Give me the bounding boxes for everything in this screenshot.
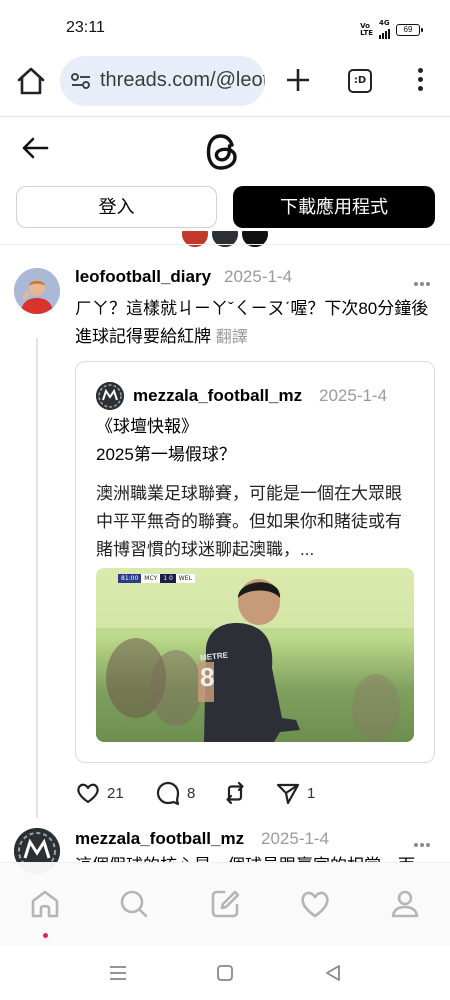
threads-logo-icon[interactable]	[205, 132, 243, 172]
more-options-icon[interactable]	[414, 273, 434, 286]
bottom-navigation	[0, 862, 450, 946]
quote-avatar[interactable]	[96, 382, 124, 410]
quote-username[interactable]: mezzala_football_mz	[133, 386, 302, 406]
browser-menu-icon[interactable]	[410, 68, 430, 96]
heart-icon	[77, 783, 99, 804]
translate-link[interactable]: 翻譯	[216, 329, 248, 346]
volte-icon: Vo LTE	[360, 21, 373, 37]
share-button[interactable]: 1	[275, 778, 315, 808]
new-tab-icon[interactable]	[282, 64, 314, 96]
quote-body: 澳洲職業足球聯賽，可能是一個在大眾眼中平平無奇的聯賽。但如果你和賭徒或有賭博習慣…	[96, 484, 402, 559]
quote-image[interactable]: 81:00 MCY 1 0 WEL METRE 8	[96, 568, 414, 742]
quote-title: 《球壇快報》 2025第一場假球？	[96, 417, 236, 464]
thread-line	[36, 338, 38, 818]
like-count: 21	[107, 784, 124, 802]
site-settings-icon[interactable]	[70, 71, 92, 91]
notification-dot	[43, 933, 48, 938]
status-icons: Vo LTE 4G 69	[360, 20, 423, 39]
system-back-icon[interactable]	[322, 962, 344, 984]
avatar[interactable]	[14, 268, 60, 314]
browser-toolbar: threads.com/@leofootball_diary :D	[0, 54, 450, 110]
download-app-button[interactable]: 下載應用程式	[233, 186, 435, 228]
tab-switcher-button[interactable]: :D	[348, 69, 372, 93]
like-button[interactable]: 21	[75, 778, 124, 808]
divider	[0, 244, 450, 245]
home-nav-icon[interactable]	[28, 887, 62, 921]
reply-button[interactable]: 8	[155, 778, 195, 808]
reply-avatars	[180, 231, 274, 253]
share-count: 1	[307, 784, 316, 802]
home-icon[interactable]	[14, 64, 48, 98]
scoreboard: 81:00 MCY 1 0 WEL	[118, 574, 195, 583]
quote-date[interactable]: 2025-1-4	[319, 386, 387, 406]
post-text: ㄏㄚ？這樣就ㄐㄧㄚˇㄑㄧㄡˊ喔？下次80分鐘後進球記得要給紅牌 翻譯	[75, 299, 429, 346]
recent-apps-icon[interactable]	[107, 962, 129, 984]
url-text: threads.com/@leofootball_diary	[100, 69, 265, 91]
post-date[interactable]: 2025-1-4	[224, 267, 292, 287]
divider	[0, 116, 450, 117]
post-username[interactable]: mezzala_football_mz	[75, 829, 244, 849]
status-bar: 23:11 Vo LTE 4G 69	[0, 0, 450, 52]
comment-icon	[156, 781, 180, 806]
post-username[interactable]: leofootball_diary	[75, 267, 211, 287]
shirt-number: 8	[200, 662, 215, 692]
address-bar[interactable]: threads.com/@leofootball_diary	[60, 56, 265, 106]
search-icon[interactable]	[117, 887, 151, 921]
send-icon	[276, 783, 300, 805]
status-time: 23:11	[66, 19, 105, 36]
post-date[interactable]: 2025-1-4	[261, 829, 329, 849]
compose-icon[interactable]	[208, 887, 242, 921]
reply-count: 8	[187, 784, 196, 802]
more-options-icon[interactable]	[414, 834, 434, 847]
login-button[interactable]: 登入	[16, 186, 217, 228]
battery-icon: 69	[396, 23, 423, 36]
profile-icon[interactable]	[388, 887, 422, 921]
activity-heart-icon[interactable]	[298, 887, 332, 921]
system-home-icon[interactable]	[214, 962, 236, 984]
back-arrow-icon[interactable]	[20, 134, 50, 162]
system-navigation	[0, 946, 450, 1000]
signal-icon: 4G	[379, 20, 390, 39]
repost-icon	[226, 781, 244, 805]
repost-button[interactable]	[222, 778, 254, 808]
quoted-post[interactable]: mezzala_football_mz 2025-1-4 《球壇快報》 2025…	[75, 361, 435, 763]
